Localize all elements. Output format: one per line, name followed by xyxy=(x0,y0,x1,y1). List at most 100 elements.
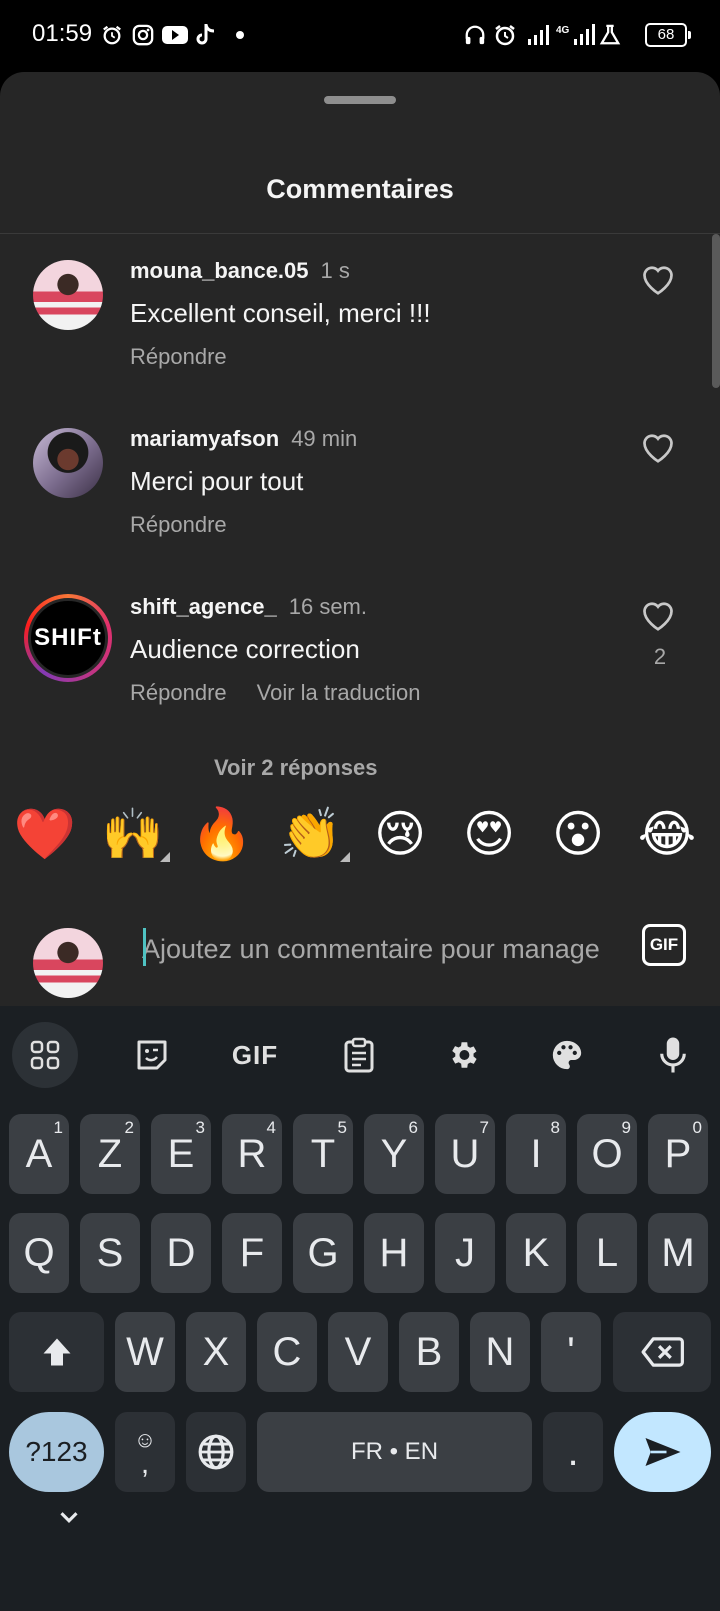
key-apostrophe[interactable]: ' xyxy=(541,1312,601,1392)
like-count: 2 xyxy=(653,644,667,669)
comment-time: 16 sem. xyxy=(288,594,367,619)
sticker-icon[interactable] xyxy=(119,1022,185,1088)
key-hint: 5 xyxy=(337,1118,347,1137)
settings-gear-icon[interactable] xyxy=(430,1022,496,1088)
backspace-key[interactable] xyxy=(613,1312,711,1392)
comment-item: mariamyafson 49 min Merci pour tout Répon… xyxy=(0,412,720,572)
emoji-heart[interactable]: ❤️ xyxy=(13,802,77,866)
key-x[interactable]: X xyxy=(186,1312,246,1392)
emoji-clapping[interactable]: 👏 xyxy=(279,802,343,866)
key-label: Y xyxy=(380,1131,408,1176)
emoji-laughing[interactable]: 😂 xyxy=(635,802,699,866)
key-b[interactable]: B xyxy=(399,1312,459,1392)
emoji-comma-key[interactable]: ☺ , xyxy=(115,1412,175,1492)
gif-button[interactable]: GIF xyxy=(642,924,686,966)
space-key[interactable]: FR • EN xyxy=(257,1412,532,1492)
symbols-key[interactable]: ?123 xyxy=(9,1412,104,1492)
translate-button[interactable]: Voir la traduction xyxy=(257,680,421,705)
emoji-fire[interactable]: 🔥 xyxy=(190,802,254,866)
key-k[interactable]: K xyxy=(506,1213,566,1293)
key-hint: 3 xyxy=(195,1118,205,1137)
apps-grid-icon[interactable] xyxy=(12,1022,78,1088)
key-r[interactable]: R4 xyxy=(222,1114,282,1194)
key-hint: 8 xyxy=(550,1118,560,1137)
shift-key[interactable] xyxy=(9,1312,104,1392)
key-n[interactable]: N xyxy=(470,1312,530,1392)
cellular-4g-icon: 4G xyxy=(556,22,596,48)
signal-icon xyxy=(526,22,550,48)
key-label: I xyxy=(530,1131,542,1176)
key-y[interactable]: Y6 xyxy=(364,1114,424,1194)
skin-tone-caret-icon xyxy=(340,852,350,862)
svg-text:4G: 4G xyxy=(556,25,570,36)
battery-indicator: 68 xyxy=(645,23,691,47)
key-p[interactable]: P0 xyxy=(648,1114,708,1194)
my-avatar xyxy=(33,928,103,998)
heart-icon[interactable] xyxy=(640,598,680,638)
story-ring-avatar[interactable]: SHIFt xyxy=(24,594,112,682)
reply-button[interactable]: Répondre xyxy=(130,344,227,369)
globe-icon[interactable] xyxy=(186,1412,246,1492)
key-d[interactable]: D xyxy=(151,1213,211,1293)
key-i[interactable]: I8 xyxy=(506,1114,566,1194)
key-c[interactable]: C xyxy=(257,1312,317,1392)
comment-text: Audience correction xyxy=(130,634,360,664)
key-label: O xyxy=(591,1131,623,1176)
avatar[interactable] xyxy=(33,260,103,330)
emoji-bar: ❤️ 🙌 🔥 👏 😢 😍 😮 😂 xyxy=(0,802,720,872)
key-t[interactable]: T5 xyxy=(293,1114,353,1194)
key-hint: 1 xyxy=(53,1118,63,1137)
microphone-icon[interactable] xyxy=(640,1022,706,1088)
alarm-clock-icon xyxy=(492,22,518,48)
headphones-icon xyxy=(463,22,487,48)
key-z[interactable]: Z2 xyxy=(80,1114,140,1194)
drag-handle[interactable] xyxy=(324,96,396,104)
comment-time: 1 s xyxy=(320,258,350,283)
key-m[interactable]: M xyxy=(648,1213,708,1293)
key-a[interactable]: A1 xyxy=(9,1114,69,1194)
keyboard-gif-button[interactable]: GIF xyxy=(222,1022,288,1088)
key-label: T xyxy=(310,1131,336,1176)
heart-icon[interactable] xyxy=(640,430,680,470)
lab-flask-icon xyxy=(598,22,622,48)
key-v[interactable]: V xyxy=(328,1312,388,1392)
key-h[interactable]: H xyxy=(364,1213,424,1293)
tiktok-icon xyxy=(194,22,218,48)
emoji-surprised[interactable]: 😮 xyxy=(546,802,610,866)
comment-username[interactable]: mariamyafson 49 min xyxy=(130,426,357,452)
comment-username[interactable]: mouna_bance.05 1 s xyxy=(130,258,350,284)
key-label: A xyxy=(25,1131,53,1176)
heart-icon[interactable] xyxy=(640,262,680,302)
key-u[interactable]: U7 xyxy=(435,1114,495,1194)
key-label: Z xyxy=(97,1131,123,1176)
key-o[interactable]: O9 xyxy=(577,1114,637,1194)
emoji-raising-hands[interactable]: 🙌 xyxy=(101,802,165,866)
palette-icon[interactable] xyxy=(534,1022,600,1088)
key-j[interactable]: J xyxy=(435,1213,495,1293)
key-e[interactable]: E3 xyxy=(151,1114,211,1194)
sheet-title: Commentaires xyxy=(266,174,454,204)
key-s[interactable]: S xyxy=(80,1213,140,1293)
period-key[interactable]: . xyxy=(543,1412,603,1492)
comment-item: SHIFt shift_agence_ 16 sem. Audience corr… xyxy=(0,580,720,740)
comment-input[interactable]: Ajoutez un commentaire pour manage xyxy=(142,928,608,970)
clipboard-icon[interactable] xyxy=(326,1022,392,1088)
emoji-crying[interactable]: 😢 xyxy=(368,802,432,866)
key-l[interactable]: L xyxy=(577,1213,637,1293)
avatar[interactable] xyxy=(33,428,103,498)
divider xyxy=(0,233,720,234)
view-replies-button[interactable]: Voir 2 réponses xyxy=(214,755,377,781)
comment-username[interactable]: shift_agence_ 16 sem. xyxy=(130,594,367,620)
collapse-keyboard-icon[interactable] xyxy=(54,1502,84,1532)
key-hint: 2 xyxy=(124,1118,134,1137)
reply-button[interactable]: Répondre xyxy=(130,512,227,537)
key-f[interactable]: F xyxy=(222,1213,282,1293)
key-label: U xyxy=(450,1131,480,1176)
key-w[interactable]: W xyxy=(115,1312,175,1392)
key-g[interactable]: G xyxy=(293,1213,353,1293)
emoji-heart-eyes[interactable]: 😍 xyxy=(457,802,521,866)
send-key[interactable] xyxy=(614,1412,711,1492)
key-q[interactable]: Q xyxy=(9,1213,69,1293)
comment-text: Merci pour tout xyxy=(130,466,304,496)
reply-button[interactable]: Répondre xyxy=(130,680,227,705)
